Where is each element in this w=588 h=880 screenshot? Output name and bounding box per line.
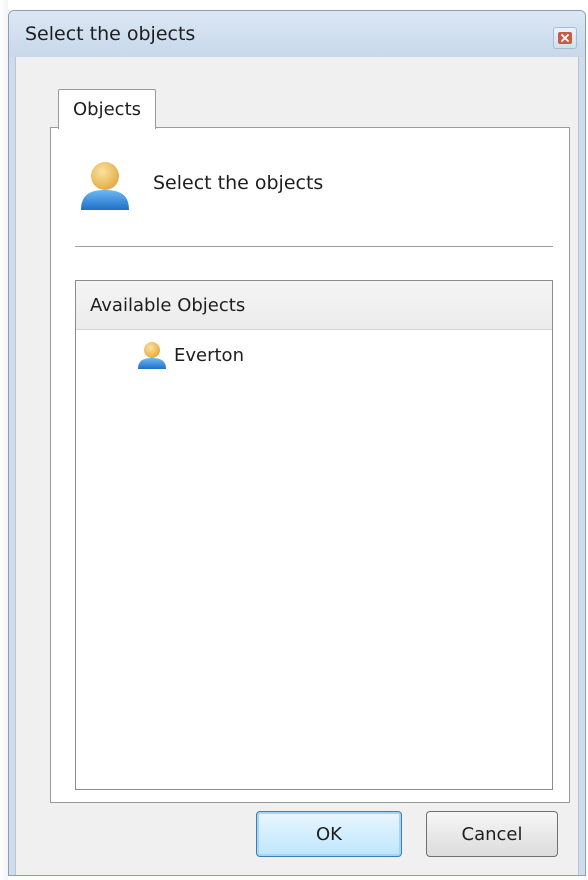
list-item[interactable]: Everton [136,339,244,371]
list-header-label: Available Objects [90,295,246,316]
background-edge [0,0,8,880]
dialog-window: Select the objects Objects Select the ob… [8,10,586,876]
panel-header-text: Select the objects [153,172,324,194]
list-header[interactable]: Available Objects [76,281,552,330]
close-icon [558,29,572,48]
available-objects-list[interactable]: Available Objects Everton [75,280,553,790]
window-title: Select the objects [25,23,196,45]
user-icon [77,158,133,214]
separator [75,246,553,247]
tab-panel-objects: Select the objects Available Objects Eve… [50,127,570,803]
tab-objects[interactable]: Objects [58,89,157,129]
title-bar[interactable]: Select the objects [9,11,585,57]
list-item-label: Everton [174,344,244,366]
ok-button[interactable]: OK [256,811,402,857]
dialog-client-area: Objects Select the objects Available Obj… [15,57,579,875]
cancel-button[interactable]: Cancel [426,811,558,857]
user-icon [136,339,168,371]
close-button[interactable] [553,27,577,49]
